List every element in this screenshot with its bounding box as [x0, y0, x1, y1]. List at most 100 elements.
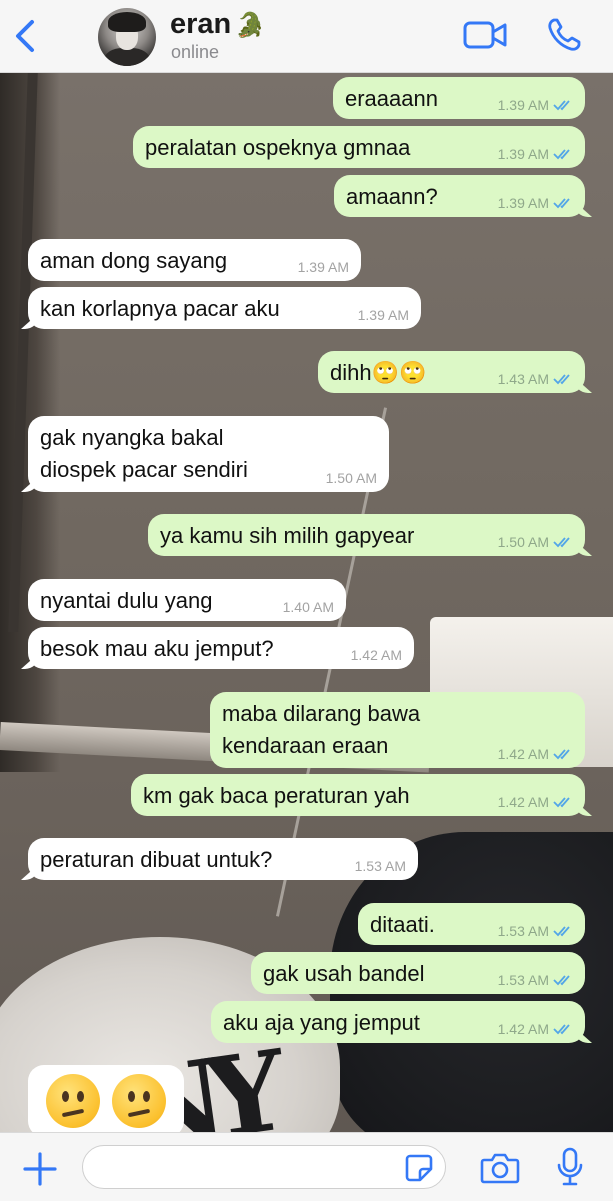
message-time: 1.40 AM [282, 599, 334, 615]
message-text: nyantai dulu yang [40, 588, 213, 613]
microphone-icon [557, 1147, 583, 1186]
contact-avatar[interactable] [98, 8, 156, 66]
message-bubble-incoming-emoji[interactable] [28, 1065, 184, 1137]
confused-face-emoji [112, 1074, 166, 1128]
message-meta: 1.42 AM [351, 647, 402, 663]
read-receipt-icon [553, 198, 570, 209]
message-text: peraturan dibuat untuk? [40, 847, 273, 872]
read-receipt-icon [553, 797, 570, 808]
message-text: eraaaann [345, 86, 438, 111]
message-bubble-outgoing[interactable]: dihh🙄🙄 1.43 AM [318, 351, 585, 393]
compose-bar [0, 1132, 613, 1201]
message-bubble-outgoing[interactable]: gak usah bandel 1.53 AM [251, 952, 585, 994]
message-bubble-incoming[interactable]: besok mau aku jemput? 1.42 AM [28, 627, 414, 669]
message-text: aman dong sayang [40, 248, 228, 273]
read-receipt-icon [553, 749, 570, 760]
message-input[interactable] [82, 1145, 446, 1189]
message-time: 1.50 AM [325, 470, 377, 486]
emoji-mouth [61, 1108, 85, 1118]
back-chevron-icon [16, 20, 34, 52]
message-meta: 1.50 AM [326, 470, 377, 486]
message-bubble-outgoing[interactable]: eraaaann 1.39 AM [333, 77, 585, 119]
video-call-button[interactable] [462, 18, 508, 52]
message-bubble-outgoing[interactable]: amaann? 1.39 AM [334, 175, 585, 217]
message-bubble-outgoing[interactable]: ditaati. 1.53 AM [358, 903, 585, 945]
message-text: dihh🙄🙄 [330, 360, 427, 385]
emoji-eye [77, 1091, 84, 1102]
message-meta: 1.39 AM [358, 307, 409, 323]
message-text: gak usah bandel [263, 961, 425, 986]
avatar-hair [108, 12, 146, 32]
message-bubble-outgoing[interactable]: maba dilarang bawa kendaraan eraan 1.42 … [210, 692, 585, 768]
message-text: amaann? [346, 184, 438, 209]
microphone-button[interactable] [555, 1147, 585, 1187]
message-bubble-incoming[interactable]: peraturan dibuat untuk? 1.53 AM [28, 838, 418, 880]
contact-name[interactable]: eran 🐊 [170, 8, 265, 41]
chat-header: eran 🐊 online [0, 0, 613, 73]
back-button[interactable] [10, 18, 42, 54]
message-meta: 1.39 AM [498, 97, 573, 113]
message-time: 1.42 AM [350, 647, 402, 663]
message-time: 1.53 AM [497, 923, 549, 939]
sticker-button[interactable] [404, 1153, 434, 1183]
message-meta: 1.40 AM [283, 599, 334, 615]
message-bubble-outgoing[interactable]: aku aja yang jemput 1.42 AM [211, 1001, 585, 1043]
message-text: maba dilarang bawa kendaraan eraan [222, 701, 421, 758]
phone-call-icon [548, 18, 581, 51]
message-time: 1.39 AM [297, 259, 349, 275]
message-bubble-outgoing[interactable]: peralatan ospeknya gmnaa 1.39 AM [133, 126, 585, 168]
message-meta: 1.53 AM [498, 923, 573, 939]
message-meta: 1.39 AM [498, 195, 573, 211]
message-text: gak nyangka bakal diospek pacar sendiri [40, 425, 248, 482]
message-time: 1.42 AM [497, 1021, 549, 1037]
message-time: 1.39 AM [497, 146, 549, 162]
message-meta: 1.53 AM [498, 972, 573, 988]
read-receipt-icon [553, 537, 570, 548]
camera-button[interactable] [480, 1151, 520, 1185]
message-meta: 1.39 AM [298, 259, 349, 275]
message-time: 1.42 AM [497, 746, 549, 762]
message-bubble-outgoing[interactable]: km gak baca peraturan yah 1.42 AM [131, 774, 585, 816]
emoji-eye [128, 1091, 135, 1102]
message-time: 1.39 AM [497, 97, 549, 113]
message-bubble-incoming[interactable]: aman dong sayang 1.39 AM [28, 239, 361, 281]
voice-call-button[interactable] [546, 17, 582, 53]
sticker-icon [405, 1154, 433, 1182]
message-meta: 1.42 AM [498, 794, 573, 810]
emoji-eye [143, 1091, 150, 1102]
emoji-eye [62, 1091, 69, 1102]
message-text: kan korlapnya pacar aku [40, 296, 280, 321]
read-receipt-icon [553, 975, 570, 986]
avatar-shirt [104, 48, 150, 66]
message-meta: 1.53 AM [355, 858, 406, 874]
contact-status: online [171, 42, 220, 62]
message-time: 1.53 AM [354, 858, 406, 874]
message-bubble-incoming[interactable]: nyantai dulu yang 1.40 AM [28, 579, 346, 621]
message-bubble-incoming[interactable]: gak nyangka bakal diospek pacar sendiri … [28, 416, 389, 492]
message-text: aku aja yang jemput [223, 1010, 420, 1035]
video-call-icon [463, 21, 507, 49]
message-meta: 1.39 AM [498, 146, 573, 162]
crocodile-emoji: 🐊 [235, 12, 266, 39]
message-time: 1.42 AM [497, 794, 549, 810]
message-text: km gak baca peraturan yah [143, 783, 410, 808]
message-meta: 1.50 AM [498, 534, 573, 550]
message-time: 1.39 AM [357, 307, 409, 323]
attach-button[interactable] [22, 1151, 58, 1187]
message-text: besok mau aku jemput? [40, 636, 274, 661]
message-meta: 1.43 AM [498, 371, 573, 387]
message-meta: 1.42 AM [498, 1021, 573, 1037]
emoji-mouth [127, 1108, 151, 1118]
message-bubble-outgoing[interactable]: ya kamu sih milih gapyear 1.50 AM [148, 514, 585, 556]
read-receipt-icon [553, 1024, 570, 1035]
read-receipt-icon [553, 374, 570, 385]
confused-face-emoji [46, 1074, 100, 1128]
read-receipt-icon [553, 100, 570, 111]
message-bubble-incoming[interactable]: kan korlapnya pacar aku 1.39 AM [28, 287, 421, 329]
message-meta: 1.42 AM [498, 746, 573, 762]
message-time: 1.43 AM [497, 371, 549, 387]
message-list: eraaaann 1.39 AM peralatan ospeknya gmna… [0, 72, 613, 1137]
message-text: ya kamu sih milih gapyear [160, 523, 415, 548]
message-text: peralatan ospeknya gmnaa [145, 135, 411, 160]
read-receipt-icon [553, 926, 570, 937]
